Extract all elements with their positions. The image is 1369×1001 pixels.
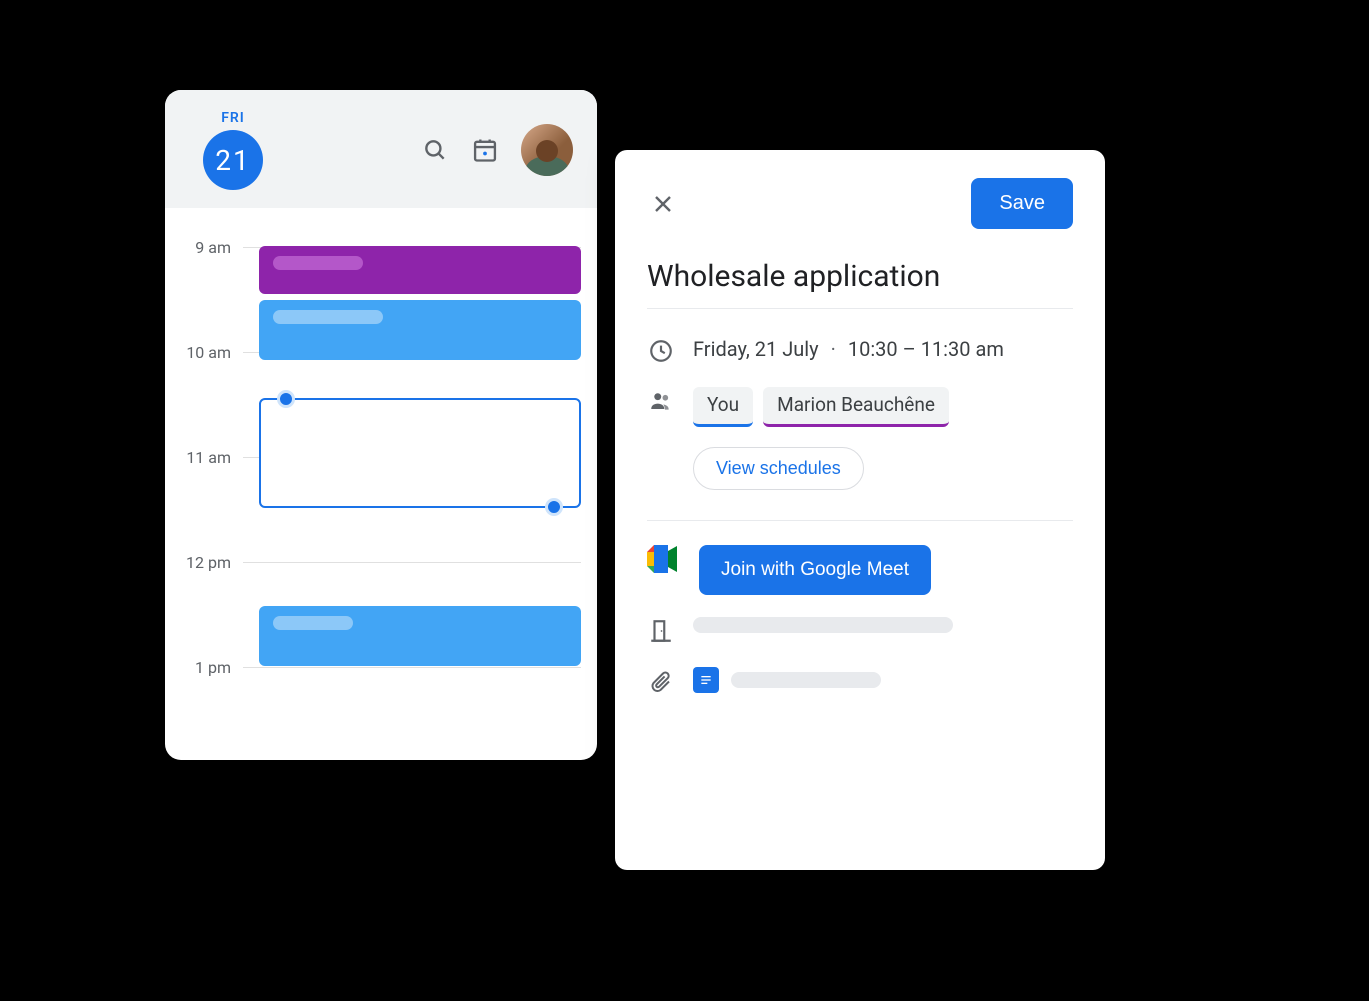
time-label: 12 pm: [165, 553, 243, 572]
new-event-slot[interactable]: [259, 398, 581, 508]
room-icon: [647, 617, 675, 645]
event-date: Friday, 21 July: [693, 337, 819, 361]
google-meet-icon: [647, 545, 681, 573]
attachment-placeholder: [731, 672, 881, 688]
avatar[interactable]: [521, 124, 573, 176]
calendar-event[interactable]: [259, 246, 581, 294]
close-icon[interactable]: [647, 188, 679, 220]
docs-icon: [693, 667, 719, 693]
calendar-day-card: FRI 21 9 am 10 am: [165, 90, 597, 760]
search-icon[interactable]: [421, 136, 449, 164]
drag-handle-start[interactable]: [277, 390, 295, 408]
people-icon: [647, 387, 675, 415]
time-label: 10 am: [165, 343, 243, 362]
event-edit-dialog: Save Wholesale application Friday, 21 Ju…: [615, 150, 1105, 870]
event-time: 10:30 – 11:30 am: [848, 337, 1004, 361]
clock-icon: [647, 337, 675, 365]
calendar-event[interactable]: [259, 300, 581, 360]
event-guests-row: You Marion Beauchêne View schedules: [647, 387, 1073, 490]
time-label: 1 pm: [165, 658, 243, 677]
calendar-grid[interactable]: 9 am 10 am 11 am 12 pm 1 pm: [165, 208, 597, 748]
view-schedules-button[interactable]: View schedules: [693, 447, 864, 490]
day-of-week: FRI: [221, 110, 245, 126]
drag-handle-end[interactable]: [545, 498, 563, 516]
calendar-event[interactable]: [259, 606, 581, 666]
room-row[interactable]: [647, 617, 1073, 645]
calendar-header: FRI 21: [165, 90, 597, 208]
day-number: 21: [203, 130, 263, 190]
room-placeholder: [693, 617, 953, 633]
guest-chip[interactable]: Marion Beauchêne: [763, 387, 949, 427]
event-datetime-row[interactable]: Friday, 21 July · 10:30 – 11:30 am: [647, 337, 1073, 365]
event-title-input[interactable]: Wholesale application: [647, 259, 1073, 309]
join-meet-button[interactable]: Join with Google Meet: [699, 545, 931, 595]
google-meet-row: Join with Google Meet: [647, 545, 1073, 595]
time-label: 9 am: [165, 238, 243, 257]
save-button[interactable]: Save: [971, 178, 1073, 229]
guest-chip-you[interactable]: You: [693, 387, 753, 427]
calendar-today-icon[interactable]: [471, 136, 499, 164]
time-label: 11 am: [165, 448, 243, 467]
date-block[interactable]: FRI 21: [203, 110, 263, 190]
attachment-row[interactable]: [647, 667, 1073, 695]
attachment-icon: [647, 667, 675, 695]
